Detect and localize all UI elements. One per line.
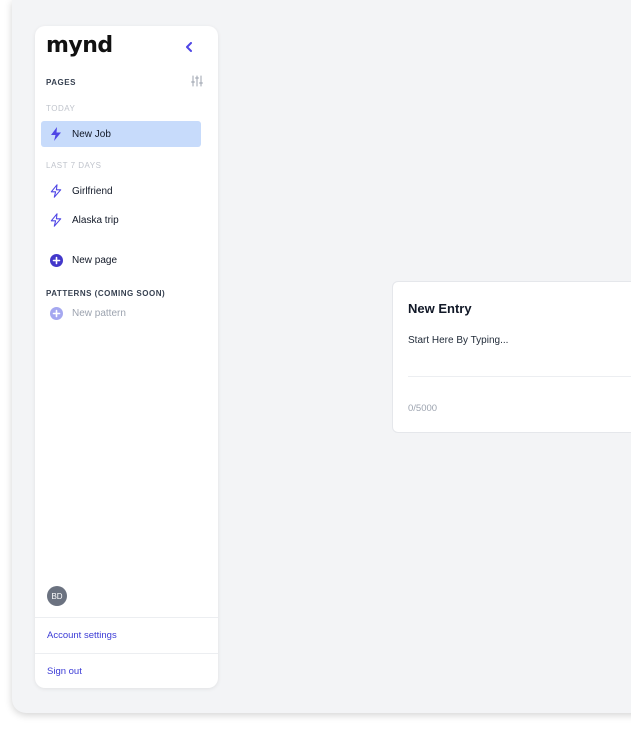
bolt-outline-icon <box>49 213 63 227</box>
sidebar: mynd PAGES TODAY New Job LAST 7 DAYS Gir… <box>35 26 218 688</box>
account-settings-link[interactable]: Account settings <box>47 630 117 641</box>
sidebar-item-label: Girlfriend <box>72 185 113 197</box>
sliders-icon <box>191 75 203 87</box>
new-entry-card: New Entry Start Here By Typing... 0/5000 <box>392 281 631 433</box>
entry-text-input[interactable]: Start Here By Typing... <box>408 335 631 346</box>
logo-text: mynd <box>46 33 113 58</box>
new-pattern-label: New pattern <box>72 307 126 319</box>
app-window: mynd PAGES TODAY New Job LAST 7 DAYS Gir… <box>12 0 631 713</box>
plus-circle-icon <box>49 306 63 320</box>
today-section-label: TODAY <box>46 104 76 113</box>
divider <box>408 376 631 377</box>
new-page-button[interactable]: New page <box>41 247 201 273</box>
plus-circle-icon <box>49 253 63 267</box>
entry-title: New Entry <box>408 301 472 316</box>
last-7-days-section-label: LAST 7 DAYS <box>46 161 102 170</box>
sidebar-item-alaska-trip[interactable]: Alaska trip <box>41 207 201 233</box>
sidebar-item-girlfriend[interactable]: Girlfriend <box>41 178 201 204</box>
sidebar-item-label: New Job <box>72 128 111 140</box>
new-pattern-button: New pattern <box>41 300 201 326</box>
sidebar-item-label: Alaska trip <box>72 214 119 226</box>
patterns-section-label: PATTERNS (COMING SOON) <box>46 289 166 298</box>
avatar[interactable]: BD <box>47 586 67 606</box>
new-page-label: New page <box>72 254 118 266</box>
divider <box>35 617 218 618</box>
chevron-left-icon <box>186 42 192 52</box>
bolt-filled-icon <box>49 127 63 141</box>
character-counter: 0/5000 <box>408 403 438 414</box>
sign-out-link[interactable]: Sign out <box>47 666 82 677</box>
divider <box>35 653 218 654</box>
logo: mynd <box>46 33 126 60</box>
filter-button[interactable] <box>190 74 204 88</box>
pages-section-label: PAGES <box>46 78 76 87</box>
collapse-sidebar-button[interactable] <box>180 38 198 56</box>
sidebar-item-new-job[interactable]: New Job <box>41 121 201 147</box>
bolt-outline-icon <box>49 184 63 198</box>
